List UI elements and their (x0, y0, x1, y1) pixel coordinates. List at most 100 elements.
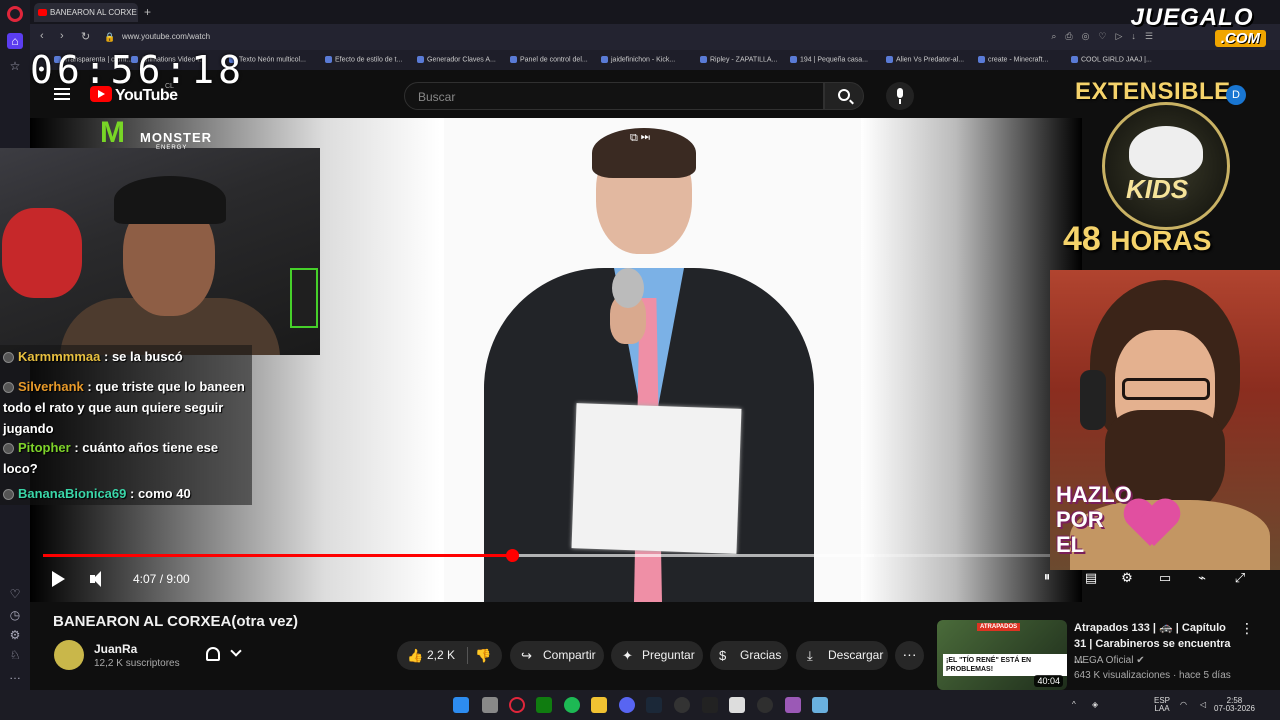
chevron-down-icon (230, 645, 242, 657)
steam-icon[interactable] (646, 697, 662, 713)
notifications-button[interactable] (196, 641, 256, 669)
windows-start-icon[interactable] (453, 697, 469, 713)
heart-icon[interactable]: ♡ (7, 586, 23, 602)
new-tab-button[interactable]: + (144, 5, 151, 19)
play-icon[interactable] (52, 571, 65, 587)
tab-bar: BANEARON AL CORXE + (30, 0, 1280, 24)
opera-taskbar-icon[interactable] (509, 697, 525, 713)
bookmark-favicon-icon (886, 56, 893, 63)
home-icon[interactable]: ⌂ (7, 33, 23, 49)
monster-subtitle: ENERGY (156, 145, 188, 151)
bookmark-item[interactable]: Generador Claves A... (417, 56, 496, 63)
settings-gear-icon[interactable]: ⚙ (1118, 570, 1136, 586)
game-icon[interactable] (785, 697, 801, 713)
cast-icon[interactable]: ⌁ (1193, 570, 1211, 586)
bookmark-item[interactable]: Alien Vs Predator-al... (886, 56, 964, 63)
bookmark-item[interactable]: 194 | Pequeña casa... (790, 56, 868, 63)
spotify-icon[interactable] (564, 697, 580, 713)
tray-chevron-icon[interactable]: ^ (1072, 701, 1076, 709)
download-button[interactable]: ⤓ Descargar (796, 641, 888, 670)
chrome-icon[interactable] (757, 697, 773, 713)
dislike-icon[interactable]: 👎 (475, 641, 491, 670)
sparkle-icon: ✦ (622, 648, 633, 663)
back-icon[interactable]: ‹ (40, 30, 44, 42)
video-title: BANEARON AL CORXEA(otra vez) (53, 613, 299, 630)
bookmark-label: 194 | Pequeña casa... (800, 56, 868, 64)
settings-icon[interactable]: ⚙ (7, 627, 23, 643)
xbox-icon[interactable] (536, 697, 552, 713)
progress-bar[interactable] (43, 549, 1069, 562)
user-avatar[interactable]: D (1226, 85, 1246, 105)
opera-logo-icon[interactable] (7, 6, 23, 22)
promo-extensible: EXTENSIBLE (1075, 78, 1231, 105)
capcut-icon[interactable] (702, 697, 718, 713)
promo-call-word: POR (1056, 507, 1104, 532)
tray-app-icon[interactable]: ◈ (1092, 701, 1098, 709)
folder-icon[interactable] (591, 697, 607, 713)
promo-overlay: EXTENSIBLE D KIDS 48 HORAS (1063, 74, 1280, 270)
chat-overlay: Karmmmmaa : se la buscó Silverhank : que … (0, 345, 252, 505)
suggested-channel[interactable]: MEGA Oficial ✔ (1074, 655, 1145, 666)
task-view-icon[interactable] (482, 697, 498, 713)
bookmark-item[interactable]: Efecto de estilo de t... (325, 56, 402, 63)
subscriber-count: 12,2 K suscriptores (94, 658, 180, 669)
lock-icon: 🔒 (104, 32, 116, 42)
history-icon[interactable]: ◷ (7, 607, 23, 623)
bookmark-item[interactable]: Panel de control del... (510, 56, 588, 63)
reload-icon[interactable]: ↻ (81, 30, 90, 43)
wifi-icon[interactable]: ◠ (1180, 701, 1187, 709)
volume-icon[interactable] (90, 571, 108, 587)
app-icon[interactable] (729, 697, 745, 713)
obs-icon[interactable] (674, 697, 690, 713)
speaker-icon[interactable]: ◁ (1200, 701, 1206, 709)
like-dislike-group: 👍 2,2 K 👎 (397, 641, 502, 670)
pause-autoplay-icon[interactable]: ⏸ (1038, 569, 1056, 585)
promo-hours-label: HORAS (1110, 225, 1212, 256)
search-input[interactable]: Buscar (404, 82, 824, 110)
verified-icon: ✔ (1136, 655, 1145, 666)
calculator-icon[interactable] (812, 697, 828, 713)
webcam-overlay (0, 148, 320, 355)
pin-icon[interactable]: ☆ (7, 58, 23, 74)
suggested-channel-name: MEGA Oficial (1074, 655, 1134, 666)
fullscreen-icon[interactable]: ⤢ (1231, 570, 1249, 586)
video-overlay-icons[interactable]: ⧉ ⏭ (630, 132, 674, 146)
search-icon (838, 89, 850, 101)
suggested-more-icon[interactable]: ⋮ (1240, 620, 1254, 637)
stream-clock: 06:56:18 (30, 48, 246, 92)
channel-avatar[interactable] (54, 640, 84, 670)
share-label: Compartir (543, 648, 596, 662)
thanks-button[interactable]: $ Gracias (710, 641, 788, 670)
bookmark-favicon-icon (700, 56, 707, 63)
subtitles-icon[interactable]: ▤ (1082, 570, 1100, 586)
tips-icon[interactable]: ♘ (7, 647, 23, 663)
more-icon[interactable]: … (7, 667, 23, 683)
chat-text: : como 40 (130, 486, 191, 501)
language-indicator[interactable]: ESP LAA (1154, 697, 1170, 713)
ask-button[interactable]: ✦ Preguntar (611, 641, 703, 670)
juegalo-logo-top: JUEGALO (1130, 4, 1254, 31)
windows-taskbar: ^ ◈ ESP LAA ◠ ◁ 2:58 07-03-2026 (0, 690, 1280, 720)
progress-scrubber[interactable] (505, 549, 519, 562)
share-button[interactable]: ↪ Compartir (510, 641, 604, 670)
more-actions-icon[interactable]: ··· (895, 641, 924, 670)
suggested-thumbnail[interactable]: ATRAPADOS ¡EL "TÍO RENÉ" ESTÁ EN PROBLEM… (937, 620, 1067, 690)
tab-youtube[interactable]: BANEARON AL CORXE (34, 3, 138, 22)
clock-tray[interactable]: 2:58 07-03-2026 (1214, 697, 1255, 713)
discord-icon[interactable] (619, 697, 635, 713)
promo-call-word: HAZLO (1056, 482, 1132, 507)
bookmark-item[interactable]: Ripley - ZAPATILLA... (700, 56, 777, 63)
bookmark-label: Generador Claves A... (427, 56, 496, 64)
search-button[interactable] (824, 82, 864, 110)
theater-mode-icon[interactable]: ▭ (1156, 570, 1174, 586)
channel-name[interactable]: JuanRa (94, 642, 137, 656)
like-count[interactable]: 2,2 K (427, 641, 455, 670)
forward-icon[interactable]: › (60, 30, 64, 42)
voice-search-button[interactable] (886, 82, 914, 110)
bookmark-item[interactable]: create - Minecraft... (978, 56, 1048, 63)
like-icon[interactable]: 👍 (407, 641, 423, 670)
bookmark-item[interactable]: COOL GIRLD JAAJ |... (1071, 56, 1152, 63)
bookmark-item[interactable]: jaidefinichon - Kick... (601, 56, 675, 63)
url-field[interactable]: www.youtube.com/watch (122, 32, 210, 41)
address-bar: ‹ › ↻ 🔒 www.youtube.com/watch ⌕⎙◎♡▷↓☰ (30, 24, 1280, 50)
